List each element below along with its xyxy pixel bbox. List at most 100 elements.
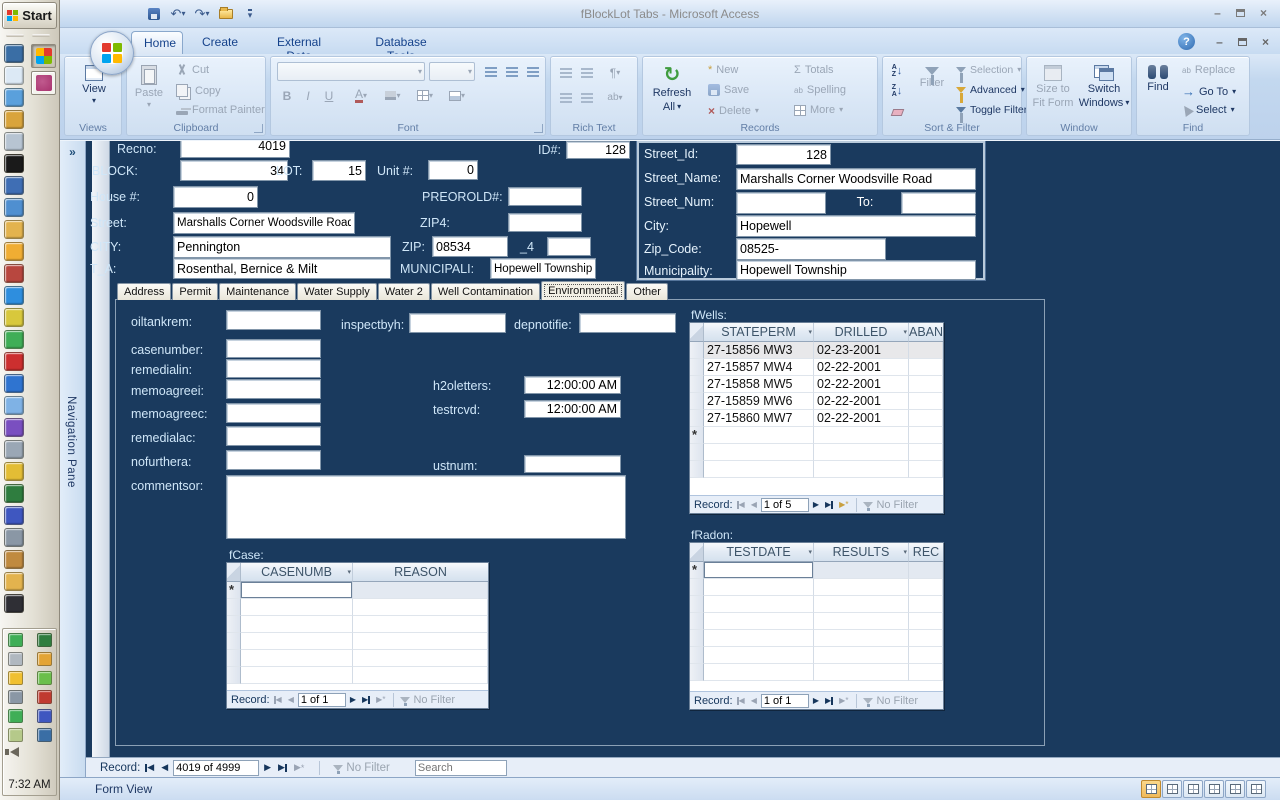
fcase-column-casenumb[interactable]: CASENUMB▾: [241, 563, 353, 582]
align-right-button[interactable]: [523, 62, 543, 81]
show-desktop-icon[interactable]: [4, 44, 24, 63]
numbered-list-button[interactable]: [556, 88, 576, 107]
fradon-first-record-button[interactable]: ◀: [735, 696, 747, 705]
more-button[interactable]: More▾: [791, 103, 846, 117]
filter-button[interactable]: Filter: [913, 63, 951, 117]
phone-tools-icon[interactable]: [37, 709, 52, 723]
fradon-column-testdate[interactable]: TESTDATE▾: [704, 543, 814, 562]
fill-color-button[interactable]: ▾: [379, 86, 407, 105]
image-editor-icon[interactable]: [4, 330, 24, 349]
street-num-field[interactable]: [736, 192, 826, 214]
memoagreec-field[interactable]: [226, 403, 321, 423]
recno-field[interactable]: [180, 141, 290, 158]
fradon-no-filter-indicator[interactable]: No Filter: [863, 695, 918, 707]
volume-tray-icon[interactable]: [10, 747, 19, 757]
commentsor-field[interactable]: [226, 475, 626, 539]
toggle-filter-button[interactable]: Toggle Filter: [953, 103, 1030, 117]
messenger-smiley-icon[interactable]: [8, 671, 23, 685]
sort-descending-button[interactable]: ZA↓: [887, 81, 907, 100]
fradon-next-record-button[interactable]: ▶: [811, 696, 821, 705]
paragraph-direction-button[interactable]: ¶▾: [601, 63, 629, 82]
fcase-next-record-button[interactable]: ▶: [348, 695, 358, 704]
bold-button[interactable]: B: [277, 86, 297, 105]
street-field[interactable]: [173, 212, 355, 234]
main-record-position[interactable]: [173, 760, 259, 776]
panel-city-field[interactable]: [736, 215, 976, 237]
tab-water-supply[interactable]: Water Supply: [297, 283, 377, 300]
network-setup-icon[interactable]: [4, 198, 24, 217]
fcase-record-position[interactable]: [298, 693, 346, 707]
h2oletters-field[interactable]: [524, 376, 621, 394]
fwells-new-record-button[interactable]: ▶*: [837, 500, 850, 509]
handshake-icon[interactable]: [4, 550, 24, 569]
netmeeting-icon[interactable]: [4, 506, 24, 525]
main-new-record-button[interactable]: ▶*: [292, 762, 306, 773]
house-field[interactable]: [173, 186, 258, 208]
fcase-new-row[interactable]: *: [227, 582, 488, 599]
fwells-row[interactable]: 27-15856 MW3 02-23-2001: [690, 342, 943, 359]
fcase-no-filter-indicator[interactable]: No Filter: [400, 694, 455, 706]
fradon-select-all[interactable]: [690, 543, 704, 562]
refresh-all-button[interactable]: ↻ Refresh All▾: [647, 61, 697, 119]
auto-update-icon[interactable]: [8, 709, 23, 723]
fcase-last-record-button[interactable]: ▶: [360, 695, 372, 704]
save-button[interactable]: [144, 4, 164, 23]
calculator-icon[interactable]: [4, 594, 24, 613]
zip-4-field[interactable]: [547, 237, 591, 256]
ribbon-tab-external-data[interactable]: External Data: [255, 31, 343, 54]
main-next-record-button[interactable]: ▶: [262, 762, 273, 773]
font-color-button[interactable]: A▾: [347, 86, 375, 105]
start-button[interactable]: Start: [2, 2, 57, 29]
memoagreei-field[interactable]: [226, 379, 321, 399]
fwells-previous-record-button[interactable]: ◀: [749, 500, 759, 509]
office-button[interactable]: [90, 31, 134, 75]
totals-button[interactable]: ΣTotals: [791, 63, 837, 77]
municipality-field[interactable]: [736, 260, 976, 280]
main-no-filter-indicator[interactable]: No Filter: [333, 762, 389, 774]
select-button[interactable]: Select▾: [1179, 103, 1238, 117]
gridlines-button[interactable]: ▾: [411, 86, 439, 105]
tab-other[interactable]: Other: [626, 283, 668, 300]
form-view-button[interactable]: [1141, 780, 1161, 798]
minimize-button[interactable]: –: [1209, 5, 1226, 20]
nofurthera-field[interactable]: [226, 450, 321, 470]
safely-remove-icon[interactable]: [8, 633, 23, 647]
command-prompt-icon[interactable]: [4, 154, 24, 173]
size-to-fit-form-button[interactable]: Size toFit Form: [1029, 61, 1077, 119]
volume-control-icon[interactable]: [4, 462, 24, 481]
bullet-list-button[interactable]: [577, 88, 597, 107]
fwells-new-row[interactable]: *: [690, 427, 943, 444]
to-field[interactable]: [901, 192, 976, 214]
lot-field[interactable]: [312, 160, 366, 181]
tab-well-contamination[interactable]: Well Contamination: [431, 283, 540, 300]
testrcvd-field[interactable]: [524, 400, 621, 418]
tab-permit[interactable]: Permit: [172, 283, 218, 300]
depnotifie-field[interactable]: [579, 313, 676, 333]
goto-button[interactable]: →Go To▾: [1179, 83, 1239, 100]
decrease-indent-button[interactable]: [556, 63, 576, 82]
zip-field[interactable]: [432, 236, 508, 257]
fradon-new-row[interactable]: *: [690, 562, 943, 579]
clear-sort-button[interactable]: [887, 101, 907, 120]
unit-field[interactable]: [428, 160, 478, 180]
v2-app-icon[interactable]: [4, 352, 24, 371]
internet-explorer-icon[interactable]: [4, 286, 24, 305]
help-button[interactable]: ?: [1178, 33, 1195, 50]
saved-folder-icon[interactable]: [4, 110, 24, 129]
selection-button[interactable]: Selection▾: [953, 63, 1024, 77]
fwells-row[interactable]: 27-15858 MW5 02-22-2001: [690, 376, 943, 393]
main-previous-record-button[interactable]: ◀: [159, 762, 170, 773]
open-button[interactable]: [216, 4, 236, 23]
user-account-icon[interactable]: [4, 396, 24, 415]
zip4-field[interactable]: [508, 213, 582, 232]
fwells-last-record-button[interactable]: ▶: [823, 500, 835, 509]
shortcuts-icon[interactable]: [4, 308, 24, 327]
replace-button[interactable]: abReplace: [1179, 63, 1238, 77]
align-center-button[interactable]: [502, 62, 522, 81]
main-last-record-button[interactable]: ▶: [276, 762, 289, 773]
cut-button[interactable]: Cut: [173, 63, 212, 77]
italic-button[interactable]: I: [298, 86, 318, 105]
design-view-button[interactable]: [1246, 780, 1266, 798]
municipali-field[interactable]: [490, 258, 596, 279]
highlight-button[interactable]: ab▾: [601, 88, 629, 107]
